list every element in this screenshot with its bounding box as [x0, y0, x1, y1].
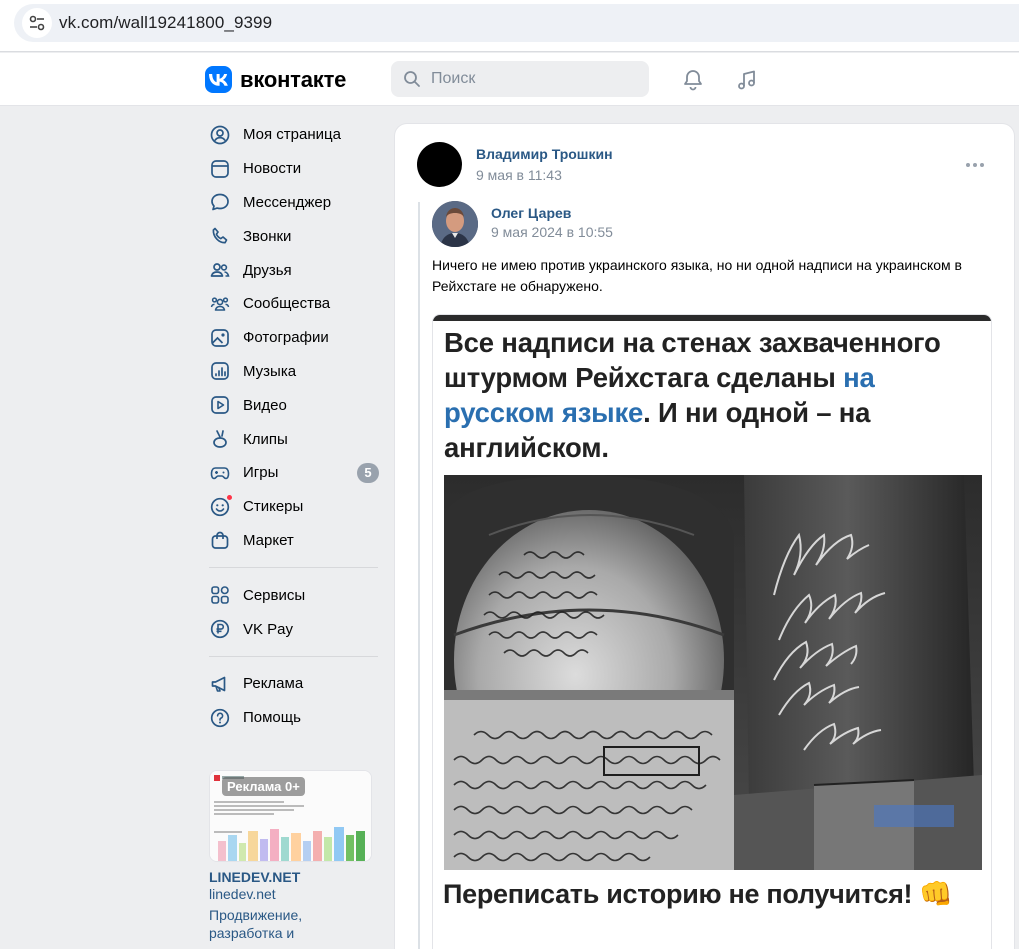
vk-logo[interactable]: вконтакте	[205, 66, 346, 93]
sidebar-item-label: Сообщества	[243, 295, 331, 313]
caption-text: Переписать историю не получится!	[443, 879, 913, 909]
sidebar-item-label: VK Pay	[243, 620, 294, 638]
sidebar-item-games[interactable]: Игры 5	[200, 456, 390, 490]
sidebar-item-label: Новости	[243, 160, 302, 178]
sidebar-item-messenger[interactable]: Мессенджер	[200, 186, 390, 220]
author-name[interactable]: Владимир Трошкин	[476, 146, 613, 162]
sidebar-item-photos[interactable]: Фотографии	[200, 321, 390, 355]
image-headline: Все надписи на стенах захваченного штурм…	[444, 325, 984, 465]
music-note-icon[interactable]	[734, 67, 760, 93]
games-icon	[209, 462, 231, 484]
help-icon	[209, 707, 231, 729]
search-input[interactable]	[431, 61, 641, 97]
notifications-bell-icon[interactable]	[680, 67, 706, 93]
wall-post: Владимир Трошкин 9 мая в 11:43 Олег Царе…	[395, 124, 1014, 949]
post-image[interactable]: Все надписи на стенах захваченного штурм…	[432, 314, 992, 949]
phone-icon	[209, 225, 231, 247]
repost-time[interactable]: 9 мая 2024 в 10:55	[491, 224, 613, 240]
sidebar-item-label: Друзья	[243, 261, 292, 279]
music-icon	[209, 360, 231, 382]
sidebar-item-news[interactable]: Новости	[200, 152, 390, 186]
profile-icon	[209, 124, 231, 146]
sidebar-item-video[interactable]: Видео	[200, 388, 390, 422]
messenger-icon	[209, 191, 231, 213]
sidebar-item-vkpay[interactable]: VK Pay	[200, 612, 390, 646]
vkpay-icon	[209, 618, 231, 640]
clips-icon	[209, 428, 231, 450]
ad-age-label: Реклама 0+	[222, 777, 305, 796]
vk-logo-icon	[205, 66, 232, 93]
sidebar-item-ads[interactable]: Реклама	[200, 667, 390, 701]
author-avatar[interactable]	[417, 142, 462, 187]
friends-icon	[209, 259, 231, 281]
sidebar-item-label: Клипы	[243, 430, 288, 448]
sidebar-item-help[interactable]: Помощь	[200, 701, 390, 735]
sidebar-item-label: Фотографии	[243, 329, 329, 347]
sidebar-item-music[interactable]: Музыка	[200, 355, 390, 389]
reichstag-graffiti-photo	[444, 475, 982, 870]
sidebar-item-label: Стикеры	[243, 498, 304, 516]
search-box[interactable]	[391, 61, 649, 97]
post-text: Ничего не имею против украинского языка,…	[432, 257, 962, 294]
sidebar-ad[interactable]: Реклама 0+ LINEDEV.NET linedev.net Продв…	[209, 770, 379, 942]
address-bar[interactable]: vk.com/wall19241800_9399	[14, 4, 1019, 42]
sidebar-item-services[interactable]: Сервисы	[200, 578, 390, 612]
ad-domain[interactable]: linedev.net	[209, 886, 379, 902]
communities-icon	[209, 293, 231, 315]
more-options-icon[interactable]	[966, 160, 988, 170]
stickers-icon	[209, 493, 233, 518]
ad-title[interactable]: LINEDEV.NET	[209, 869, 379, 885]
sidebar-item-calls[interactable]: Звонки	[200, 219, 390, 253]
sidebar-item-label: Звонки	[243, 227, 292, 245]
nav-divider	[209, 655, 378, 657]
image-top-border	[433, 315, 991, 321]
repost-indicator-line	[418, 202, 420, 949]
photos-icon	[209, 327, 231, 349]
left-sidebar: Моя страница Новости Мессенджер Звонки Д…	[200, 118, 390, 735]
image-caption: Переписать историю не получится! 👊	[443, 878, 953, 910]
sidebar-item-label: Маркет	[243, 531, 294, 549]
nav-divider	[209, 567, 378, 569]
sidebar-item-label: Музыка	[243, 362, 297, 380]
repost-author-name[interactable]: Олег Царев	[491, 205, 571, 221]
sidebar-item-stickers[interactable]: Стикеры	[200, 490, 390, 524]
sidebar-item-label: Реклама	[243, 675, 304, 693]
sidebar-item-market[interactable]: Маркет	[200, 524, 390, 558]
sidebar-item-friends[interactable]: Друзья	[200, 253, 390, 287]
sidebar-item-clips[interactable]: Клипы	[200, 422, 390, 456]
site-settings-icon[interactable]	[22, 8, 52, 38]
sidebar-item-my-page[interactable]: Моя страница	[200, 118, 390, 152]
ad-image[interactable]: Реклама 0+	[209, 770, 372, 862]
services-icon	[209, 584, 231, 606]
news-icon	[209, 158, 231, 180]
sidebar-item-communities[interactable]: Сообщества	[200, 287, 390, 321]
repost-author-avatar[interactable]	[432, 201, 478, 247]
sidebar-item-label: Сервисы	[243, 586, 306, 604]
post-time[interactable]: 9 мая в 11:43	[476, 167, 562, 183]
video-icon	[209, 394, 231, 416]
market-icon	[209, 529, 231, 551]
search-icon	[403, 70, 421, 93]
games-count-badge: 5	[357, 462, 379, 483]
sidebar-item-label: Помощь	[243, 709, 301, 727]
url-text[interactable]: vk.com/wall19241800_9399	[59, 13, 272, 33]
sidebar-item-label: Мессенджер	[243, 193, 332, 211]
sidebar-item-label: Игры	[243, 464, 279, 482]
browser-toolbar: vk.com/wall19241800_9399	[0, 0, 1019, 52]
fist-emoji-icon: 👊	[919, 879, 953, 909]
new-indicator-dot	[226, 493, 233, 501]
sidebar-item-label: Моя страница	[243, 126, 341, 144]
ad-description[interactable]: Продвижение, разработка и	[209, 906, 379, 942]
sidebar-item-label: Видео	[243, 396, 287, 414]
megaphone-icon	[209, 673, 231, 695]
vk-logo-text: вконтакте	[240, 66, 347, 92]
vk-header: вконтакте	[0, 53, 1019, 106]
